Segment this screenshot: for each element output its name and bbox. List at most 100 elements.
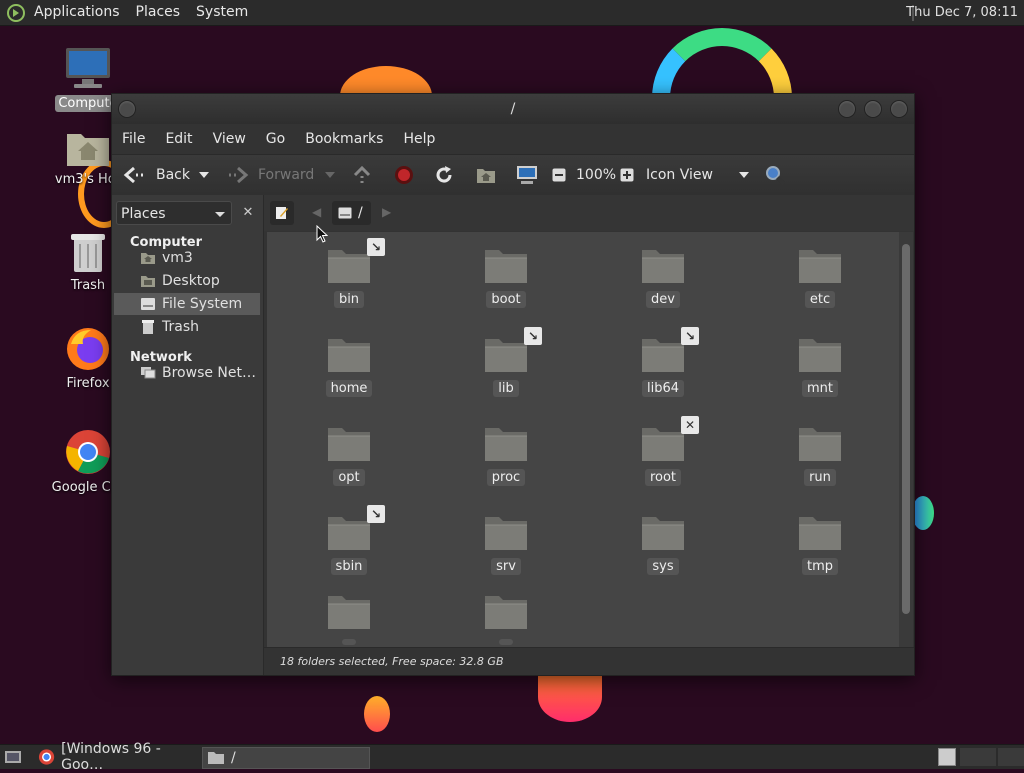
folder-icon (641, 335, 685, 377)
folder-item[interactable]: bin ↘ (299, 238, 399, 308)
view-mode-select[interactable]: Icon View (646, 155, 750, 195)
icon-view[interactable]: bin ↘ boot dev etc home lib ↘ lib64 ↘ mnt opt proc ro… (267, 232, 899, 647)
window-title: / (510, 101, 516, 117)
computer-button[interactable] (516, 155, 538, 195)
search-icon (766, 166, 786, 186)
back-button[interactable]: Back (122, 155, 190, 195)
back-history-dropdown[interactable] (198, 155, 210, 195)
folder-icon (327, 335, 371, 377)
drive-icon (338, 207, 352, 219)
stop-button[interactable] (394, 155, 414, 195)
computer-icon (66, 48, 110, 88)
forward-button[interactable]: Forward (226, 155, 314, 195)
folder-name: bin (333, 291, 365, 308)
crumb-right-arrow[interactable]: ▶ (382, 205, 391, 219)
forward-history-dropdown[interactable] (324, 155, 336, 195)
folder-item[interactable]: etc (770, 246, 870, 308)
menu-bookmarks[interactable]: Bookmarks (295, 131, 393, 147)
folder-item[interactable] (299, 592, 399, 647)
folder-item[interactable]: lib64 ↘ (613, 327, 713, 397)
folder-item[interactable]: dev (613, 246, 713, 308)
folder-name: etc (804, 291, 836, 308)
symlink-emblem-icon: ↘ (681, 327, 699, 345)
sidebar-item-trash[interactable]: Trash (114, 316, 260, 338)
sidepane-selector[interactable]: Places (116, 201, 232, 225)
folder-item[interactable]: sys (613, 513, 713, 575)
folder-item[interactable]: proc (456, 424, 556, 486)
breadcrumb-root[interactable]: / (332, 201, 371, 225)
crumb-left-arrow[interactable]: ◀ (312, 205, 321, 219)
sidebar-item-browse-net[interactable]: Browse Net… (114, 362, 260, 384)
show-desktop-button[interactable] (4, 747, 22, 767)
folder-icon (484, 424, 528, 466)
sidepane-selector-label: Places (121, 206, 166, 222)
menu-view[interactable]: View (203, 131, 256, 147)
menu-file[interactable]: File (112, 131, 155, 147)
workspace-1[interactable] (938, 748, 956, 766)
folder-item[interactable]: sbin ↘ (299, 505, 399, 575)
folder-item[interactable]: lib ↘ (456, 327, 556, 397)
menu-help[interactable]: Help (393, 131, 445, 147)
workspace-switcher[interactable] (938, 747, 1024, 767)
folder-icon (208, 752, 224, 764)
desktop-icon-label: Trash (70, 278, 106, 293)
vertical-scrollbar[interactable] (899, 232, 913, 647)
edit-location-button[interactable] (270, 201, 294, 225)
folder-item[interactable]: run (770, 424, 870, 486)
zoom-in-button[interactable] (620, 155, 634, 195)
zoom-out-button[interactable] (552, 155, 566, 195)
folder-item[interactable] (456, 592, 556, 647)
menu-edit[interactable]: Edit (155, 131, 202, 147)
home-button[interactable] (476, 155, 496, 195)
zoom-level[interactable]: 100% (576, 155, 616, 195)
folder-item[interactable]: mnt (770, 335, 870, 397)
home-icon (140, 250, 156, 266)
sidebar-item-label: Desktop (162, 273, 220, 289)
maximize-button[interactable] (864, 100, 882, 118)
reload-icon (436, 166, 452, 183)
forward-arrow-icon (229, 166, 249, 184)
folder-item[interactable]: boot (456, 246, 556, 308)
scrollbar-thumb[interactable] (902, 244, 910, 614)
distro-logo-icon[interactable] (6, 3, 26, 23)
folder-item[interactable]: root ✕ (613, 416, 713, 486)
minimize-button[interactable] (838, 100, 856, 118)
folder-icon (798, 246, 842, 288)
folder-item[interactable]: home (299, 335, 399, 397)
search-button[interactable] (764, 155, 786, 195)
reload-button[interactable] (434, 155, 454, 195)
symlink-emblem-icon: ↘ (367, 238, 385, 256)
folder-name (499, 639, 513, 645)
sidebar-item-label: File System (162, 296, 243, 312)
desktop-icon-label: Firefox (66, 376, 110, 391)
location-bar: ◀ / ▶ (264, 195, 914, 231)
folder-item[interactable]: tmp (770, 513, 870, 575)
folder-icon (641, 246, 685, 288)
sidebar-item-file-system[interactable]: File System (114, 293, 260, 315)
system-menu[interactable]: System (188, 0, 256, 25)
folder-icon (798, 335, 842, 377)
close-button[interactable] (890, 100, 908, 118)
sidebar-item-label: vm3 (162, 250, 193, 266)
close-sidepane-icon[interactable]: ✕ (236, 201, 260, 225)
taskbar-item-file-manager[interactable]: / (202, 747, 370, 769)
folder-item[interactable]: opt (299, 424, 399, 486)
menu-go[interactable]: Go (256, 131, 295, 147)
applications-menu[interactable]: Applications (26, 0, 128, 25)
folder-icon (484, 246, 528, 288)
folder-item[interactable]: srv (456, 513, 556, 575)
up-button[interactable] (352, 155, 372, 195)
places-menu[interactable]: Places (128, 0, 189, 25)
view-mode-label: Icon View (646, 167, 713, 183)
sidebar-item-vm3[interactable]: vm3 (114, 247, 260, 269)
workspace-2[interactable] (960, 748, 996, 766)
zoom-label: 100% (576, 167, 617, 183)
task-label: / (231, 750, 236, 766)
folder-name: srv (491, 558, 521, 575)
back-label: Back (156, 167, 190, 183)
sidebar-item-desktop[interactable]: Desktop (114, 270, 260, 292)
clock[interactable]: Thu Dec 7, 08:11 (906, 0, 1018, 25)
taskbar-item-browser[interactable]: [Windows 96 - Goo… (34, 741, 200, 773)
window-titlebar[interactable]: / (112, 94, 914, 124)
workspace-3[interactable] (998, 748, 1024, 766)
